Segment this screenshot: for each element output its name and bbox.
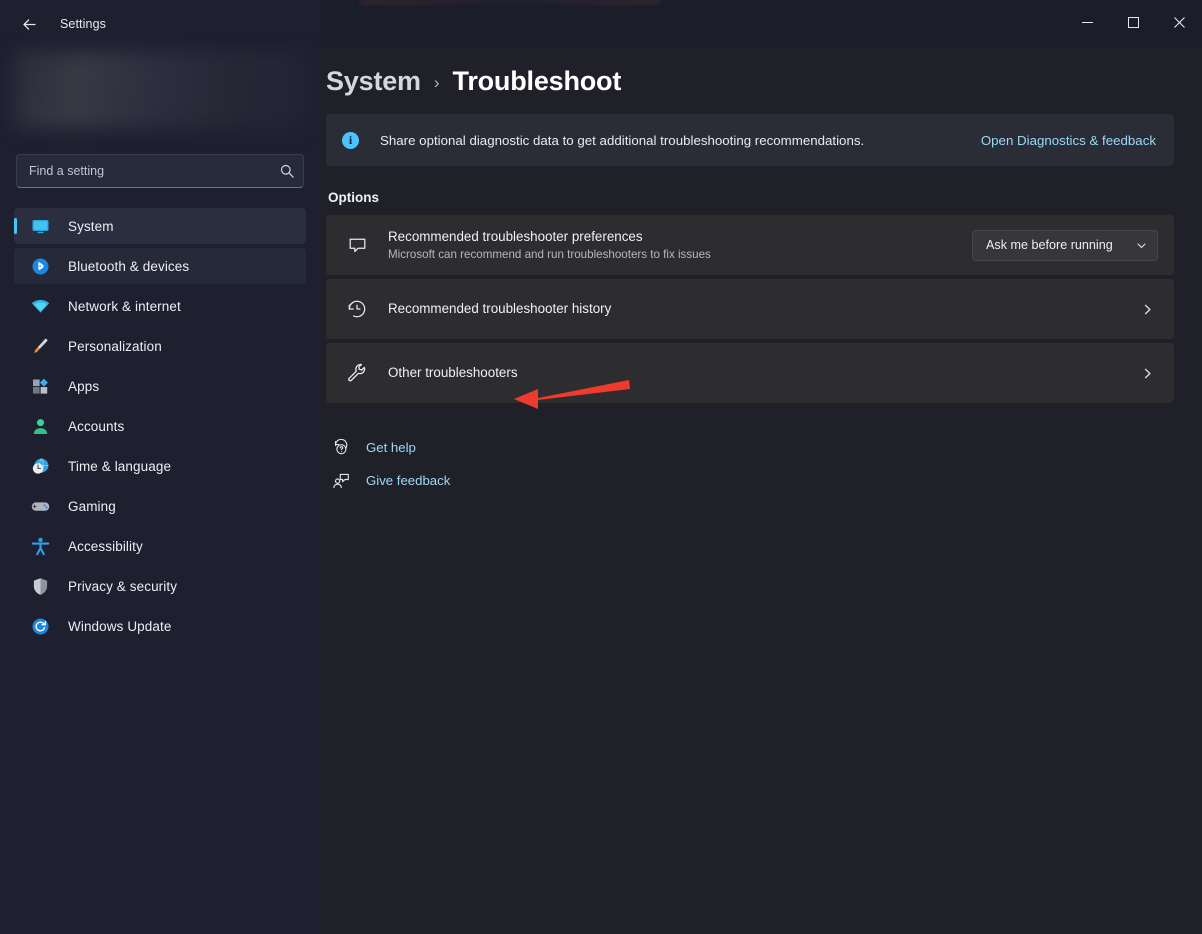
update-refresh-icon	[28, 614, 52, 638]
back-arrow-icon	[21, 16, 38, 33]
sidebar-item-personalization[interactable]: Personalization	[14, 328, 306, 364]
minimize-button[interactable]	[1064, 0, 1110, 48]
sidebar-item-accessibility[interactable]: Accessibility	[14, 528, 306, 564]
sidebar-item-label: Accessibility	[68, 538, 143, 554]
sidebar-item-label: Privacy & security	[68, 578, 178, 594]
sidebar-item-label: System	[68, 218, 114, 234]
search-container	[16, 154, 304, 188]
give-feedback-link[interactable]: Give feedback	[366, 473, 450, 488]
maximize-icon	[1127, 15, 1139, 33]
monitor-icon	[28, 214, 52, 238]
chevron-right-icon	[1141, 303, 1158, 316]
card-title: Recommended troubleshooter preferences	[388, 228, 643, 244]
sidebar-item-label: Accounts	[68, 418, 125, 434]
feedback-person-icon	[330, 470, 352, 492]
sidebar-nav: System Bluetooth & devices Network & int…	[0, 208, 320, 644]
card-title: Other troubleshooters	[388, 365, 518, 381]
card-text-block: Other troubleshooters	[388, 364, 1141, 381]
minimize-icon	[1081, 15, 1093, 33]
wifi-icon	[28, 294, 52, 318]
breadcrumb: System › Troubleshoot	[320, 48, 1202, 102]
sidebar-item-bluetooth-devices[interactable]: Bluetooth & devices	[14, 248, 306, 284]
card-title: Recommended troubleshooter history	[388, 301, 612, 317]
settings-window: Settings Find a setting System Bluetooth…	[0, 0, 1202, 934]
accessibility-icon	[28, 534, 52, 558]
help-links: Get help Give feedback	[326, 431, 1174, 497]
chevron-right-icon	[1141, 367, 1158, 380]
person-icon	[28, 414, 52, 438]
get-help-row[interactable]: Get help	[330, 431, 1174, 464]
chevron-down-icon	[1136, 240, 1147, 251]
bluetooth-icon	[28, 254, 52, 278]
sidebar-item-apps[interactable]: Apps	[14, 368, 306, 404]
sidebar: System Bluetooth & devices	[0, 0, 320, 934]
content-area: i Share optional diagnostic data to get …	[320, 114, 1202, 497]
account-card-blurred[interactable]	[14, 52, 306, 128]
sidebar-item-label: Bluetooth & devices	[68, 258, 190, 274]
close-icon	[1173, 15, 1185, 33]
window-controls	[1064, 0, 1202, 48]
get-help-link[interactable]: Get help	[366, 440, 416, 455]
card-text-block: Recommended troubleshooter history	[388, 300, 1141, 317]
sidebar-item-label: Network & internet	[68, 298, 181, 314]
selection-indicator	[14, 218, 17, 234]
apps-grid-icon	[28, 374, 52, 398]
give-feedback-row[interactable]: Give feedback	[330, 464, 1174, 497]
sidebar-item-label: Time & language	[68, 458, 172, 474]
section-title-options: Options	[328, 190, 379, 205]
sidebar-item-label: Personalization	[68, 338, 162, 354]
dropdown-selected-value: Ask me before running	[986, 238, 1113, 252]
sidebar-item-label: Windows Update	[68, 618, 172, 634]
help-question-icon	[330, 437, 352, 459]
open-diagnostics-feedback-link[interactable]: Open Diagnostics & feedback	[981, 133, 1156, 148]
card-recommended-troubleshooter-preferences[interactable]: Recommended troubleshooter preferences M…	[326, 215, 1174, 275]
sidebar-item-label: Apps	[68, 378, 100, 394]
wrench-icon	[344, 360, 370, 386]
search-input[interactable]	[16, 154, 304, 188]
paintbrush-icon	[28, 334, 52, 358]
app-title: Settings	[60, 17, 106, 31]
search-icon	[280, 164, 294, 178]
diagnostic-banner: i Share optional diagnostic data to get …	[326, 114, 1174, 166]
breadcrumb-parent[interactable]: System	[326, 66, 421, 97]
sidebar-item-time-language[interactable]: Time & language	[14, 448, 306, 484]
card-other-troubleshooters[interactable]: Other troubleshooters	[326, 343, 1174, 403]
main-content: System › Troubleshoot i Share optional d…	[320, 48, 1202, 934]
sidebar-item-system[interactable]: System	[14, 208, 306, 244]
page-title: Troubleshoot	[452, 65, 622, 96]
sidebar-item-gaming[interactable]: Gaming	[14, 488, 306, 524]
chevron-right-icon: ›	[433, 73, 440, 92]
sidebar-item-accounts[interactable]: Accounts	[14, 408, 306, 444]
card-subtitle: Microsoft can recommend and run troubles…	[388, 248, 711, 262]
sidebar-item-windows-update[interactable]: Windows Update	[14, 608, 306, 644]
back-button[interactable]	[12, 9, 46, 39]
troubleshooter-preference-dropdown[interactable]: Ask me before running	[972, 229, 1158, 261]
clock-globe-icon	[28, 454, 52, 478]
card-text-block: Recommended troubleshooter preferences M…	[388, 228, 972, 262]
card-recommended-troubleshooter-history[interactable]: Recommended troubleshooter history	[326, 279, 1174, 339]
sidebar-item-network-internet[interactable]: Network & internet	[14, 288, 306, 324]
close-button[interactable]	[1156, 0, 1202, 48]
history-clock-icon	[344, 296, 370, 322]
title-bar: Settings	[0, 0, 1202, 48]
gamepad-icon	[28, 494, 52, 518]
shield-icon	[28, 574, 52, 598]
chat-bubble-icon	[344, 232, 370, 258]
sidebar-item-privacy-security[interactable]: Privacy & security	[14, 568, 306, 604]
maximize-button[interactable]	[1110, 0, 1156, 48]
info-icon: i	[342, 131, 359, 149]
sidebar-item-label: Gaming	[68, 498, 116, 514]
title-bar-left: Settings	[0, 0, 1064, 48]
banner-text: Share optional diagnostic data to get ad…	[380, 132, 865, 148]
